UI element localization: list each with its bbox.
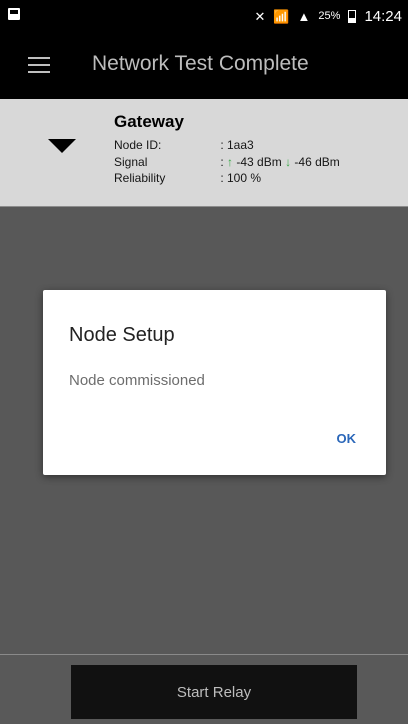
node-id-row: Node ID: : 1aa3	[114, 138, 254, 152]
status-icons: ✕ 📶 ▲ 25% 14:24	[254, 0, 402, 32]
page-title: Network Test Complete	[92, 52, 309, 75]
signal-label: Signal	[114, 155, 148, 169]
ok-button[interactable]: OK	[337, 431, 357, 446]
status-bar: ✕ 📶 ▲ 25% 14:24	[0, 0, 408, 32]
node-setup-dialog: Node Setup Node commissioned OK	[43, 290, 386, 475]
node-id-value: : 1aa3	[220, 138, 254, 152]
signal-separator: :	[220, 155, 224, 169]
signal-down-value: -46 dBm	[294, 155, 340, 169]
menu-icon[interactable]	[28, 57, 50, 73]
wifi-icon: 📶	[273, 8, 290, 24]
start-relay-button[interactable]: Start Relay	[71, 665, 357, 719]
gateway-card[interactable]: Gateway Node ID: : 1aa3 Signal : ↑ -43 d…	[0, 99, 408, 207]
dialog-message: Node commissioned	[69, 372, 205, 389]
reliability-row: Reliability : 100 %	[114, 171, 261, 185]
app-bar: Network Test Complete	[0, 32, 408, 99]
time: 14:24	[364, 7, 402, 25]
gallery-notification-icon	[8, 8, 20, 20]
battery-percent: 25%	[318, 10, 341, 22]
node-id-label: Node ID:	[114, 138, 162, 152]
gateway-name: Gateway	[114, 112, 184, 131]
reliability-value: : 100 %	[220, 171, 262, 185]
signal-row: Signal : ↑ -43 dBm ↓ -46 dBm	[114, 155, 340, 169]
download-arrow-icon: ↓	[285, 155, 292, 169]
upload-arrow-icon: ↑	[227, 155, 234, 169]
signal-up-value: -43 dBm	[236, 155, 282, 169]
battery-icon	[348, 9, 357, 23]
dialog-title: Node Setup	[69, 324, 175, 346]
wifi-icon	[48, 139, 76, 153]
mute-icon: ✕	[254, 8, 266, 24]
cell-signal-icon: ▲	[297, 8, 311, 24]
reliability-label: Reliability	[114, 171, 166, 185]
